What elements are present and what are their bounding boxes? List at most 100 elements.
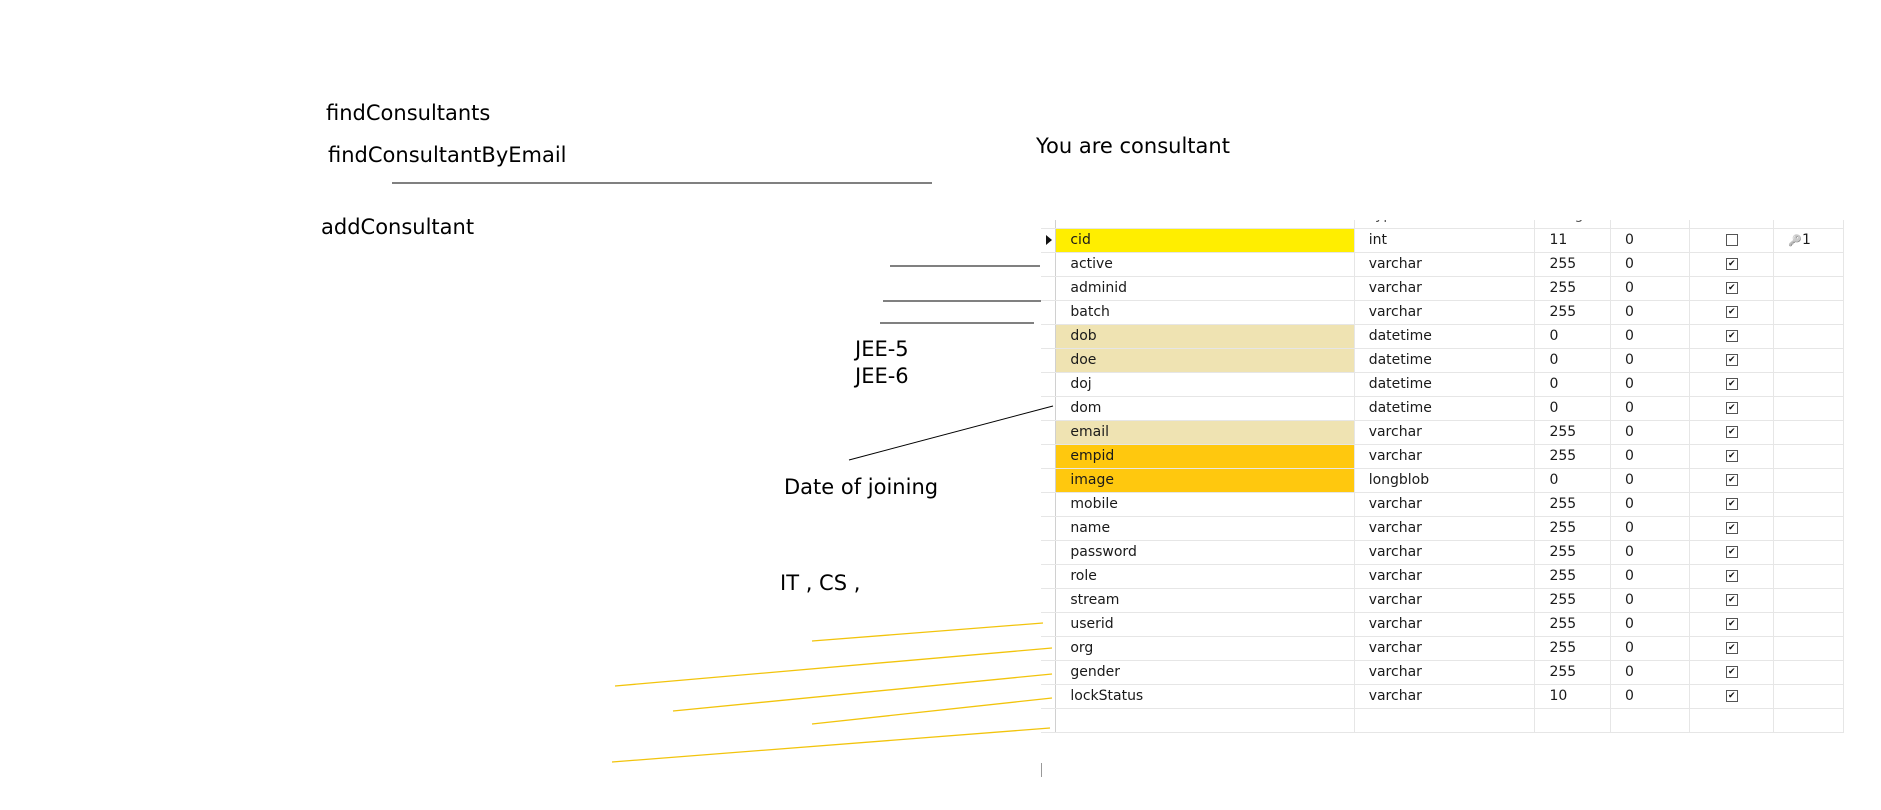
field-name-cell[interactable]: active bbox=[1055, 252, 1355, 277]
row-indicator[interactable] bbox=[1041, 636, 1057, 661]
field-row-password[interactable]: password varchar 255 0 bbox=[1041, 540, 1844, 565]
row-indicator[interactable] bbox=[1041, 492, 1057, 517]
field-row-org[interactable]: org varchar 255 0 bbox=[1041, 636, 1844, 661]
row-indicator[interactable] bbox=[1041, 660, 1057, 685]
key-cell[interactable] bbox=[1773, 276, 1844, 301]
key-cell[interactable] bbox=[1773, 684, 1844, 709]
field-decimals-cell[interactable]: 0 bbox=[1610, 300, 1691, 325]
field-row-mobile[interactable]: mobile varchar 255 0 bbox=[1041, 492, 1844, 517]
field-row-empid[interactable]: empid varchar 255 0 bbox=[1041, 444, 1844, 469]
field-length-cell[interactable]: 255 bbox=[1534, 588, 1611, 613]
row-indicator[interactable] bbox=[1041, 324, 1057, 349]
field-type-cell[interactable]: int bbox=[1354, 228, 1536, 253]
field-length-cell[interactable]: 255 bbox=[1534, 492, 1611, 517]
field-name-cell[interactable]: dom bbox=[1055, 396, 1355, 421]
field-length-cell[interactable]: 255 bbox=[1534, 300, 1611, 325]
allow-null-checkbox[interactable] bbox=[1725, 354, 1738, 366]
field-length-cell[interactable]: 0 bbox=[1534, 324, 1611, 349]
row-indicator[interactable] bbox=[1041, 516, 1057, 541]
field-type-cell[interactable]: datetime bbox=[1354, 324, 1536, 349]
field-length-cell[interactable]: 11 bbox=[1534, 228, 1611, 253]
key-cell[interactable] bbox=[1773, 636, 1844, 661]
field-name-cell[interactable]: role bbox=[1055, 564, 1355, 589]
field-row-cid[interactable]: cid int 11 0 🔑1 bbox=[1041, 228, 1844, 253]
field-length-cell[interactable]: 0 bbox=[1534, 468, 1611, 493]
field-decimals-cell[interactable]: 0 bbox=[1610, 468, 1691, 493]
field-type-cell[interactable]: varchar bbox=[1354, 276, 1536, 301]
key-cell[interactable] bbox=[1773, 324, 1844, 349]
field-decimals-cell[interactable]: 0 bbox=[1610, 252, 1691, 277]
allow-null-checkbox[interactable] bbox=[1725, 666, 1738, 678]
row-indicator[interactable] bbox=[1041, 300, 1057, 325]
column-header-allow-null[interactable]: Allow Null bbox=[1689, 220, 1775, 229]
field-decimals-cell[interactable]: 0 bbox=[1610, 540, 1691, 565]
allow-null-checkbox[interactable] bbox=[1725, 690, 1738, 702]
key-cell[interactable] bbox=[1773, 492, 1844, 517]
field-length-cell[interactable]: 255 bbox=[1534, 612, 1611, 637]
key-cell[interactable] bbox=[1773, 252, 1844, 277]
field-type-cell[interactable]: varchar bbox=[1354, 588, 1536, 613]
field-type-cell[interactable]: datetime bbox=[1354, 396, 1536, 421]
field-length-cell[interactable]: 255 bbox=[1534, 420, 1611, 445]
field-type-cell[interactable]: varchar bbox=[1354, 540, 1536, 565]
row-indicator[interactable] bbox=[1041, 564, 1057, 589]
column-header-name[interactable]: Name bbox=[1055, 220, 1355, 229]
field-decimals-cell[interactable]: 0 bbox=[1610, 492, 1691, 517]
row-indicator[interactable] bbox=[1041, 372, 1057, 397]
empty-cell[interactable] bbox=[1534, 708, 1611, 733]
field-length-cell[interactable]: 255 bbox=[1534, 252, 1611, 277]
key-cell[interactable] bbox=[1773, 468, 1844, 493]
field-name-cell[interactable]: doj bbox=[1055, 372, 1355, 397]
field-decimals-cell[interactable]: 0 bbox=[1610, 324, 1691, 349]
empty-row[interactable] bbox=[1041, 708, 1844, 733]
field-decimals-cell[interactable]: 0 bbox=[1610, 636, 1691, 661]
key-cell[interactable] bbox=[1773, 396, 1844, 421]
field-name-cell[interactable]: batch bbox=[1055, 300, 1355, 325]
field-type-cell[interactable]: varchar bbox=[1354, 564, 1536, 589]
allow-null-checkbox[interactable] bbox=[1725, 498, 1738, 510]
field-length-cell[interactable]: 255 bbox=[1534, 444, 1611, 469]
field-type-cell[interactable]: datetime bbox=[1354, 348, 1536, 373]
key-cell[interactable] bbox=[1773, 564, 1844, 589]
field-decimals-cell[interactable]: 0 bbox=[1610, 372, 1691, 397]
row-indicator[interactable] bbox=[1041, 684, 1057, 709]
field-length-cell[interactable]: 255 bbox=[1534, 564, 1611, 589]
allow-null-checkbox[interactable] bbox=[1725, 522, 1738, 534]
empty-cell[interactable] bbox=[1354, 708, 1536, 733]
field-decimals-cell[interactable]: 0 bbox=[1610, 684, 1691, 709]
field-length-cell[interactable]: 255 bbox=[1534, 516, 1611, 541]
key-cell[interactable]: 🔑1 bbox=[1773, 228, 1844, 253]
field-row-doj[interactable]: doj datetime 0 0 bbox=[1041, 372, 1844, 397]
allow-null-checkbox[interactable] bbox=[1725, 570, 1738, 582]
empty-cell[interactable] bbox=[1041, 708, 1057, 733]
field-decimals-cell[interactable]: 0 bbox=[1610, 516, 1691, 541]
empty-cell[interactable] bbox=[1610, 708, 1691, 733]
allow-null-checkbox[interactable] bbox=[1725, 234, 1738, 246]
key-cell[interactable] bbox=[1773, 444, 1844, 469]
allow-null-checkbox[interactable] bbox=[1725, 594, 1738, 606]
allow-null-checkbox[interactable] bbox=[1725, 546, 1738, 558]
field-type-cell[interactable]: varchar bbox=[1354, 684, 1536, 709]
field-decimals-cell[interactable]: 0 bbox=[1610, 396, 1691, 421]
field-name-cell[interactable]: email bbox=[1055, 420, 1355, 445]
key-cell[interactable] bbox=[1773, 300, 1844, 325]
field-name-cell[interactable]: dob bbox=[1055, 324, 1355, 349]
field-length-cell[interactable]: 255 bbox=[1534, 540, 1611, 565]
field-name-cell[interactable]: lockStatus bbox=[1055, 684, 1355, 709]
allow-null-checkbox[interactable] bbox=[1725, 306, 1738, 318]
field-decimals-cell[interactable]: 0 bbox=[1610, 564, 1691, 589]
row-indicator[interactable] bbox=[1041, 420, 1057, 445]
allow-null-checkbox[interactable] bbox=[1725, 402, 1738, 414]
row-indicator[interactable] bbox=[1041, 276, 1057, 301]
allow-null-checkbox[interactable] bbox=[1725, 450, 1738, 462]
row-indicator[interactable] bbox=[1041, 612, 1057, 637]
allow-null-checkbox[interactable] bbox=[1725, 378, 1738, 390]
allow-null-checkbox[interactable] bbox=[1725, 642, 1738, 654]
field-type-cell[interactable]: varchar bbox=[1354, 444, 1536, 469]
field-row-role[interactable]: role varchar 255 0 bbox=[1041, 564, 1844, 589]
column-header-length[interactable]: Length bbox=[1534, 220, 1611, 229]
field-decimals-cell[interactable]: 0 bbox=[1610, 660, 1691, 685]
field-row-image[interactable]: image longblob 0 0 bbox=[1041, 468, 1844, 493]
field-type-cell[interactable]: longblob bbox=[1354, 468, 1536, 493]
field-row-userid[interactable]: userid varchar 255 0 bbox=[1041, 612, 1844, 637]
